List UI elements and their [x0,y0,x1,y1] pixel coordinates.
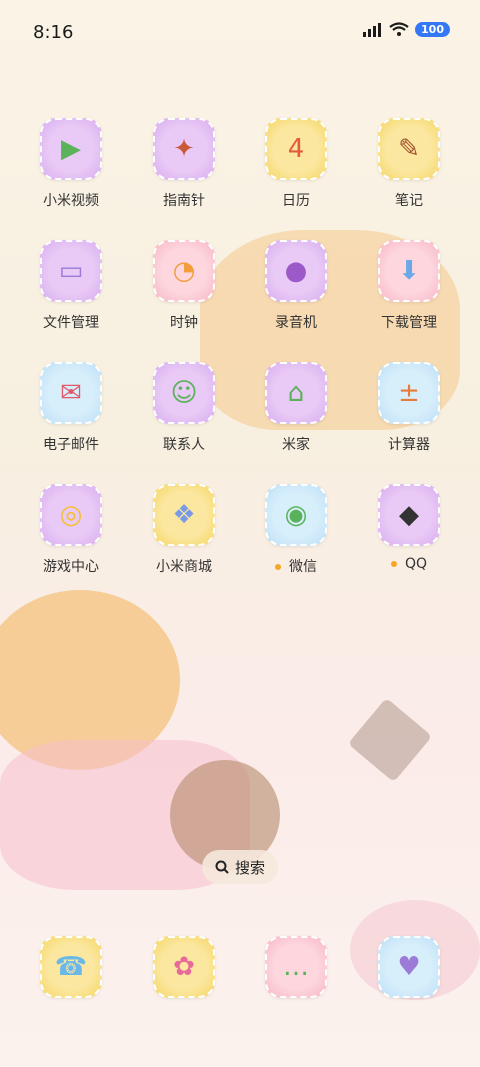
app-calendar[interactable]: 4 日历 [246,118,346,210]
app-label: 笔记 [395,193,423,209]
app-qq-penguin[interactable]: ◆ QQ [359,484,459,572]
qq-penguin-icon-glyph: ◆ [399,500,419,530]
battery-icon: 100 [415,22,450,37]
app-label: 下载管理 [381,315,437,331]
home-icon: ⌂ [265,362,327,424]
mail-icon: ✉ [40,362,102,424]
dock-phone[interactable]: ☎ [21,936,121,998]
app-label: 米家 [282,437,310,453]
folder-icon-glyph: ▭ [58,256,84,286]
home-icon-glyph: ⌂ [287,378,305,408]
app-label: 文件管理 [43,315,99,331]
wechat-icon-glyph: ◉ [284,500,308,530]
app-calculator[interactable]: ± 计算器 [359,362,459,454]
gift-icon-glyph: ❖ [172,500,196,530]
folder-icon: ▭ [40,240,102,302]
qq-penguin-icon: ◆ [378,484,440,546]
mail-icon-glyph: ✉ [60,378,82,408]
update-dot [275,564,281,570]
clock-icon-glyph: ◔ [172,256,196,286]
app-notes[interactable]: ✎ 笔记 [359,118,459,210]
phone-icon: ☎ [40,936,102,998]
status-bar: 8:16 100 [0,0,480,68]
app-clock[interactable]: ◔ 时钟 [134,240,234,332]
gamepad-icon-glyph: ◎ [59,500,83,530]
wallpaper-garfield [0,590,180,770]
app-recorder[interactable]: ● 录音机 [246,240,346,332]
camera-icon-glyph: ♥ [397,952,421,982]
app-label: QQ [359,556,459,572]
signal-icon [363,22,382,37]
app-label: 日历 [282,193,310,209]
video-play-icon: ▶ [40,118,102,180]
download-icon-glyph: ⬇ [398,256,420,286]
wallpaper-cookie [347,697,433,783]
contacts-icon-glyph: ☺ [170,378,198,408]
calendar-icon: 4 [265,118,327,180]
app-label: 小米视频 [43,193,99,209]
status-icons: 100 [363,22,450,37]
app-label: 小米商城 [156,559,212,575]
chat-icon-glyph: … [283,952,309,982]
gamepad-icon: ◎ [40,484,102,546]
download-icon: ⬇ [378,240,440,302]
clock-time: 8:16 [33,22,74,43]
recorder-icon: ● [265,240,327,302]
phone-icon-glyph: ☎ [54,952,88,982]
app-gift[interactable]: ❖ 小米商城 [134,484,234,576]
search-icon [215,860,229,874]
compass-icon: ✦ [153,118,215,180]
calendar-icon-glyph: 4 [287,134,305,164]
app-label: 录音机 [275,315,317,331]
app-video-play[interactable]: ▶ 小米视频 [21,118,121,210]
app-download[interactable]: ⬇ 下载管理 [359,240,459,332]
chat-icon: … [265,936,327,998]
app-label: 联系人 [163,437,205,453]
gift-icon: ❖ [153,484,215,546]
wechat-icon: ◉ [265,484,327,546]
notes-icon-glyph: ✎ [398,134,420,164]
app-wechat[interactable]: ◉ 微信 [246,484,346,576]
app-label: 电子邮件 [43,437,99,453]
app-mail[interactable]: ✉ 电子邮件 [21,362,121,454]
search-label: 搜索 [234,858,265,877]
app-gamepad[interactable]: ◎ 游戏中心 [21,484,121,576]
app-label: 时钟 [170,315,198,331]
wifi-icon [389,22,409,36]
app-label: 微信 [246,556,346,576]
messages-icon-glyph: ✿ [173,952,195,982]
calculator-icon-glyph: ± [398,378,420,408]
app-label: 游戏中心 [43,559,99,575]
messages-icon: ✿ [153,936,215,998]
calculator-icon: ± [378,362,440,424]
app-home[interactable]: ⌂ 米家 [246,362,346,454]
app-label: 计算器 [388,437,430,453]
dock-camera[interactable]: ♥ [359,936,459,998]
app-compass[interactable]: ✦ 指南针 [134,118,234,210]
recorder-icon-glyph: ● [284,256,308,286]
app-contacts[interactable]: ☺ 联系人 [134,362,234,454]
camera-icon: ♥ [378,936,440,998]
compass-icon-glyph: ✦ [173,134,195,164]
app-folder[interactable]: ▭ 文件管理 [21,240,121,332]
clock-icon: ◔ [153,240,215,302]
dock-messages[interactable]: ✿ [134,936,234,998]
video-play-icon-glyph: ▶ [61,134,81,164]
update-dot [390,561,397,567]
dock-chat[interactable]: … [246,936,346,998]
notes-icon: ✎ [378,118,440,180]
contacts-icon: ☺ [153,362,215,424]
search-button[interactable]: 搜索 [202,850,278,884]
app-label: 指南针 [163,193,205,209]
